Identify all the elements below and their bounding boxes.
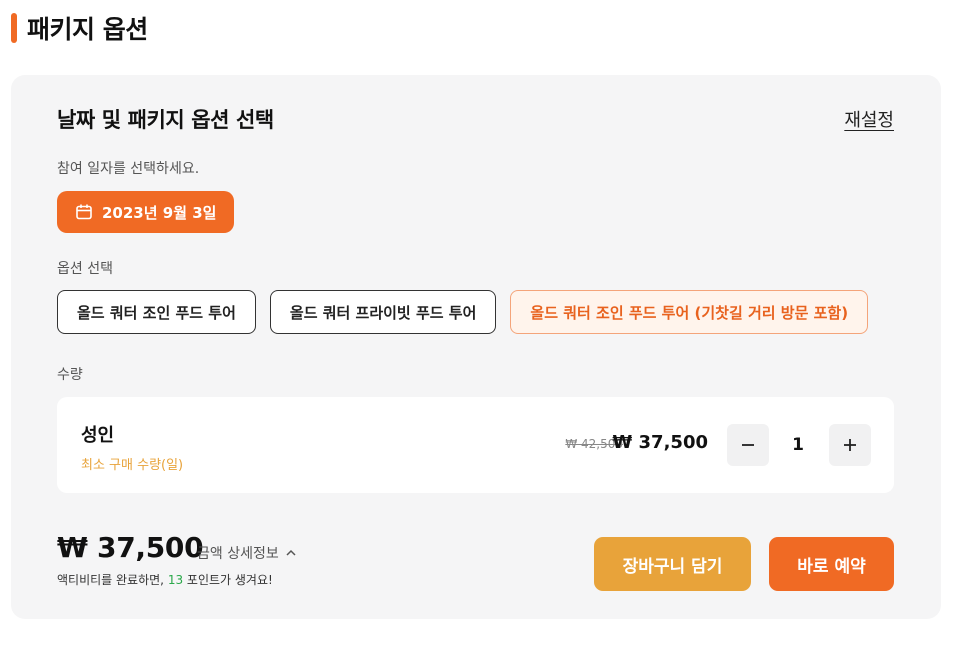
book-now-button[interactable]: 바로 예약 [769, 537, 894, 591]
quantity-card: 성인 최소 구매 수량(일) ₩ 42,500 ₩ 37,500 1 [57, 397, 894, 493]
adult-label: 성인 [81, 425, 115, 446]
date-select-button[interactable]: 2023년 9월 3일 [57, 191, 235, 233]
option-list: 올드 쿼터 조인 푸드 투어 올드 쿼터 프라이빗 푸드 투어 올드 쿼터 조인… [57, 290, 869, 334]
min-purchase-note: 최소 구매 수량(일) [81, 458, 184, 473]
options-label: 옵션 선택 [57, 261, 113, 277]
points-value: 13 [167, 573, 184, 587]
points-note: 액티비티를 완료하면, 13 포인트가 생겨요! [57, 571, 273, 588]
option-chip-join-food-tour[interactable]: 올드 쿼터 조인 푸드 투어 [57, 290, 256, 334]
points-suffix: 포인트가 생겨요! [183, 573, 273, 587]
total-amount: ₩ 37,500 [57, 531, 204, 564]
price-detail-label: 금액 상세정보 [197, 546, 279, 562]
quantity-label: 수량 [57, 367, 83, 383]
section-title: 패키지 옵션 [27, 15, 148, 44]
chevron-up-icon [286, 549, 296, 556]
points-prefix: 액티비티를 완료하면, [57, 573, 168, 587]
quantity-decrease-button[interactable] [727, 424, 769, 466]
quantity-increase-button[interactable] [829, 424, 871, 466]
calendar-icon [76, 204, 92, 220]
discounted-price: ₩ 37,500 [612, 432, 708, 453]
section-header: 패키지 옵션 [11, 10, 148, 46]
accent-bar [11, 13, 17, 43]
package-option-panel: 날짜 및 패키지 옵션 선택 재설정 참여 일자를 선택하세요. 2023년 9… [11, 75, 941, 619]
option-chip-join-food-tour-train-street[interactable]: 올드 쿼터 조인 푸드 투어 (기찻길 거리 방문 포함) [510, 290, 869, 334]
add-to-cart-button[interactable]: 장바구니 담기 [594, 537, 751, 591]
date-prompt: 참여 일자를 선택하세요. [57, 161, 200, 177]
minus-icon [742, 444, 754, 446]
date-value: 2023년 9월 3일 [102, 203, 217, 222]
plus-icon [844, 439, 856, 451]
option-chip-private-food-tour[interactable]: 올드 쿼터 프라이빗 푸드 투어 [269, 290, 497, 334]
panel-title: 날짜 및 패키지 옵션 선택 [57, 108, 274, 132]
reset-link[interactable]: 재설정 [844, 106, 894, 132]
quantity-value: 1 [792, 435, 804, 455]
price-detail-toggle[interactable]: 금액 상세정보 [197, 543, 297, 563]
